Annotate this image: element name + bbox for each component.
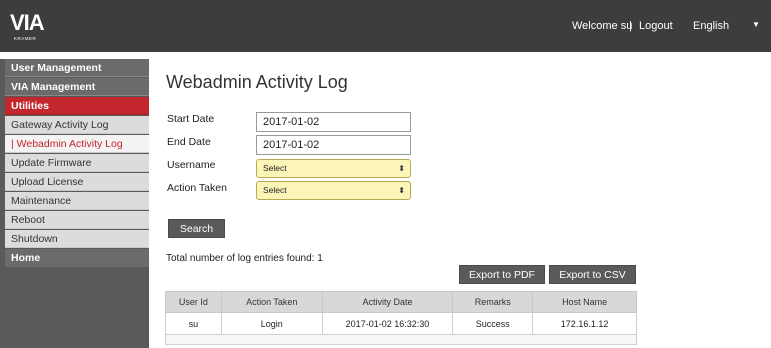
header-separator: | bbox=[629, 20, 632, 32]
sidebar-item-home[interactable]: Home bbox=[5, 249, 149, 267]
end-date-label: End Date bbox=[167, 136, 211, 148]
select-arrows-icon: ⬍ bbox=[398, 164, 405, 173]
sidebar-item-utilities[interactable]: Utilities bbox=[5, 97, 149, 115]
cell-remarks: Success bbox=[452, 312, 534, 335]
sidebar-item-webadmin-activity-log[interactable]: | Webadmin Activity Log bbox=[5, 135, 149, 153]
column-header-user-id[interactable]: User Id bbox=[165, 291, 222, 313]
top-bar: VIA KRAMER Welcome su | Logout English ▼ bbox=[0, 0, 771, 52]
export-pdf-button[interactable]: Export to PDF bbox=[459, 265, 545, 284]
sidebar-item-upload-license[interactable]: Upload License bbox=[5, 173, 149, 191]
start-date-input[interactable]: 2017-01-02 bbox=[256, 112, 411, 132]
sidebar-item-gateway-activity-log[interactable]: Gateway Activity Log bbox=[5, 116, 149, 134]
sidebar-item-update-firmware[interactable]: Update Firmware bbox=[5, 154, 149, 172]
column-header-action-taken[interactable]: Action Taken bbox=[220, 291, 323, 313]
language-selector[interactable]: English bbox=[693, 20, 729, 32]
logo-subtext: KRAMER bbox=[14, 36, 37, 41]
cell-user-id: su bbox=[165, 312, 222, 335]
welcome-text: Welcome su bbox=[572, 20, 633, 32]
column-header-host-name[interactable]: Host Name bbox=[532, 291, 637, 313]
export-csv-button[interactable]: Export to CSV bbox=[549, 265, 636, 284]
cell-activity-date: 2017-01-02 16:32:30 bbox=[321, 312, 454, 335]
sidebar-item-maintenance[interactable]: Maintenance bbox=[5, 192, 149, 210]
username-select[interactable]: Select ⬍ bbox=[256, 159, 411, 178]
action-taken-label: Action Taken bbox=[167, 182, 227, 194]
table-header-row: User Id Action Taken Activity Date Remar… bbox=[165, 291, 637, 313]
log-table: User Id Action Taken Activity Date Remar… bbox=[165, 291, 637, 335]
action-taken-select-value: Select bbox=[263, 185, 287, 195]
table-row: su Login 2017-01-02 16:32:30 Success 172… bbox=[165, 312, 637, 335]
select-arrows-icon: ⬍ bbox=[398, 186, 405, 195]
start-date-label: Start Date bbox=[167, 113, 215, 125]
cell-action-taken: Login bbox=[220, 312, 323, 335]
username-select-value: Select bbox=[263, 163, 287, 173]
chevron-down-icon[interactable]: ▼ bbox=[752, 20, 760, 29]
cell-host-name: 172.16.1.12 bbox=[532, 312, 637, 335]
sidebar-item-via-management[interactable]: VIA Management bbox=[5, 78, 149, 96]
page-title: Webadmin Activity Log bbox=[166, 72, 348, 92]
kramer-via-logo[interactable]: VIA KRAMER bbox=[10, 10, 50, 44]
search-button[interactable]: Search bbox=[168, 219, 225, 238]
sidebar: User Management VIA Management Utilities… bbox=[0, 59, 149, 348]
table-footer bbox=[165, 335, 637, 345]
action-taken-select[interactable]: Select ⬍ bbox=[256, 181, 411, 200]
total-entries-text: Total number of log entries found: 1 bbox=[166, 253, 323, 264]
username-label: Username bbox=[167, 159, 216, 171]
logo-text: VIA bbox=[10, 10, 45, 35]
sidebar-item-reboot[interactable]: Reboot bbox=[5, 211, 149, 229]
end-date-input[interactable]: 2017-01-02 bbox=[256, 135, 411, 155]
sidebar-item-user-management[interactable]: User Management bbox=[5, 59, 149, 77]
column-header-remarks[interactable]: Remarks bbox=[452, 291, 534, 313]
sidebar-item-shutdown[interactable]: Shutdown bbox=[5, 230, 149, 248]
logout-link[interactable]: Logout bbox=[639, 20, 673, 32]
column-header-activity-date[interactable]: Activity Date bbox=[321, 291, 454, 313]
